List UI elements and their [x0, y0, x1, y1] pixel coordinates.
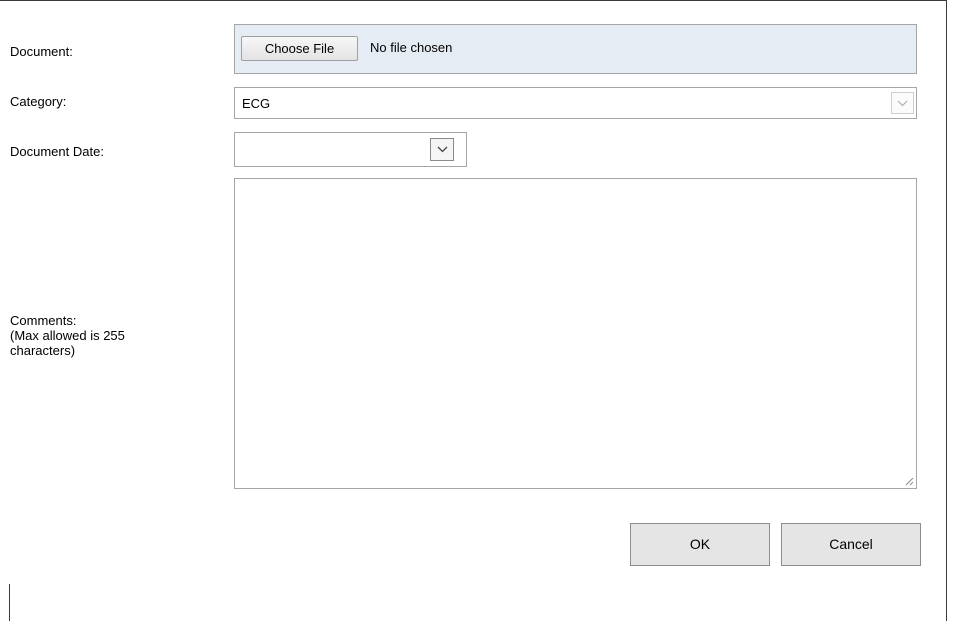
category-label: Category: [10, 94, 67, 109]
category-selected-value: ECG [242, 96, 271, 111]
document-label: Document: [10, 44, 73, 59]
comments-textarea[interactable] [234, 178, 917, 489]
comments-label: Comments: (Max allowed is 255 characters… [10, 313, 125, 358]
comments-label-hint: (Max allowed is 255 [10, 328, 125, 343]
file-status-text: No file chosen [370, 40, 453, 55]
document-date-field[interactable] [234, 132, 467, 167]
category-select[interactable]: ECG [234, 87, 917, 119]
chevron-down-icon [897, 100, 908, 106]
resize-grip-icon[interactable] [904, 476, 914, 486]
date-dropdown-button[interactable] [430, 138, 454, 161]
ok-button[interactable]: OK [630, 523, 770, 566]
divider [9, 584, 10, 621]
document-date-label: Document Date: [10, 144, 104, 159]
category-dropdown-button[interactable] [891, 92, 914, 114]
comments-label-title: Comments: [10, 313, 77, 328]
comments-label-hint-cont: characters) [10, 343, 76, 358]
choose-file-button[interactable]: Choose File [241, 36, 358, 61]
document-file-field: Choose File No file chosen [234, 24, 917, 74]
chevron-down-icon [437, 146, 447, 153]
cancel-button[interactable]: Cancel [781, 523, 921, 566]
